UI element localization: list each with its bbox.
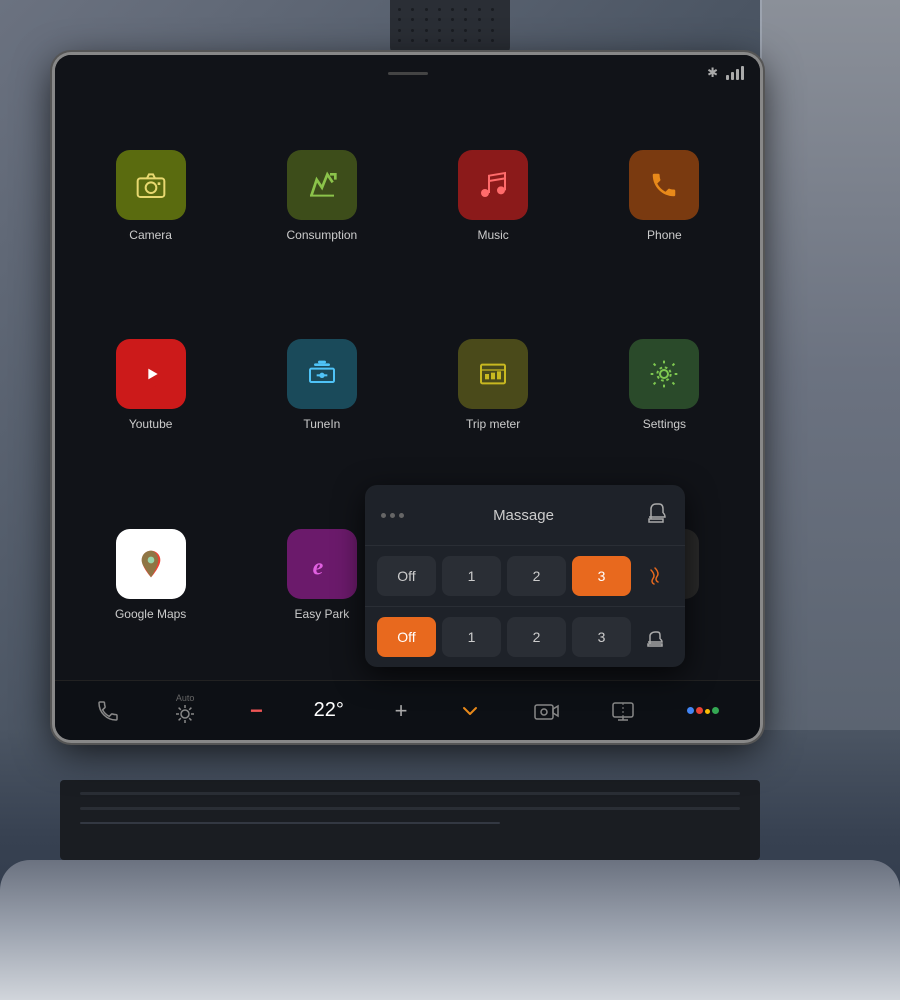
tunein-svg xyxy=(306,358,338,390)
rear-camera-button[interactable] xyxy=(533,700,559,722)
heat-icon xyxy=(637,556,673,596)
music-icon-bg xyxy=(458,150,528,220)
popup-title: Massage xyxy=(493,507,554,524)
easypark-icon-bg: e xyxy=(287,529,357,599)
row2-off-button[interactable]: Off xyxy=(377,617,436,657)
heat-seat-icon xyxy=(644,565,666,587)
seat-massage-svg xyxy=(644,626,666,648)
tunein-label: TuneIn xyxy=(303,417,340,431)
row1-3-button[interactable]: 3 xyxy=(572,556,631,596)
camera-bottom-icon xyxy=(533,700,559,722)
phone-icon-bg xyxy=(629,150,699,220)
status-icons: ✱ xyxy=(707,65,744,81)
phone-bottom-icon xyxy=(96,699,120,723)
mirror-icon xyxy=(610,700,636,722)
temp-minus-button[interactable]: − xyxy=(250,698,263,724)
consumption-label: Consumption xyxy=(287,228,358,242)
youtube-label: Youtube xyxy=(129,417,173,431)
app-phone[interactable]: Phone xyxy=(585,107,744,285)
camera-label: Camera xyxy=(129,228,172,242)
dot-1 xyxy=(381,513,386,518)
temp-plus-button[interactable]: + xyxy=(395,698,408,724)
consumption-svg xyxy=(306,169,338,201)
youtube-svg xyxy=(135,358,167,390)
popup-header: Massage xyxy=(365,485,685,546)
assistant-button[interactable] xyxy=(687,707,719,714)
swipe-handle xyxy=(388,72,428,75)
main-screen: ✱ Camera xyxy=(55,55,760,740)
row2-1-button[interactable]: 1 xyxy=(442,617,501,657)
bluetooth-icon: ✱ xyxy=(707,65,718,81)
camera-icon-bg xyxy=(116,150,186,220)
settings-svg xyxy=(648,358,680,390)
car-right-panel xyxy=(760,0,900,750)
climate-button[interactable]: Auto xyxy=(171,693,199,728)
app-settings[interactable]: Settings xyxy=(585,297,744,475)
popup-row-1: Off 1 2 3 xyxy=(365,546,685,607)
seat-icon xyxy=(643,499,669,531)
app-consumption[interactable]: Consumption xyxy=(242,107,401,285)
consumption-icon-bg xyxy=(287,150,357,220)
settings-label: Settings xyxy=(643,417,686,431)
tripmeter-icon-bg xyxy=(458,339,528,409)
plus-icon: + xyxy=(395,698,408,724)
easypark-svg: e xyxy=(306,548,338,580)
vent-area xyxy=(60,780,760,860)
app-tripmeter[interactable]: Trip meter xyxy=(414,297,573,475)
app-camera[interactable]: Camera xyxy=(71,107,230,285)
massage-popup: Massage Off 1 2 3 xyxy=(365,485,685,667)
row2-2-button[interactable]: 2 xyxy=(507,617,566,657)
phone-label: Phone xyxy=(647,228,682,242)
mirror-button[interactable] xyxy=(610,700,636,722)
googlemaps-label: Google Maps xyxy=(115,607,186,621)
row1-2-button[interactable]: 2 xyxy=(507,556,566,596)
phone-svg xyxy=(649,170,679,200)
status-bar: ✱ xyxy=(55,55,760,91)
seat-massage-icon xyxy=(637,617,673,657)
seat-svg xyxy=(643,499,669,525)
climate-icon xyxy=(171,703,199,725)
seat-bottom xyxy=(0,860,900,1000)
music-label: Music xyxy=(477,228,508,242)
app-googlemaps[interactable]: Google Maps xyxy=(71,486,230,664)
settings-icon-bg xyxy=(629,339,699,409)
tripmeter-label: Trip meter xyxy=(466,417,520,431)
tunein-icon-bg xyxy=(287,339,357,409)
car-bottom-panel xyxy=(0,730,900,1000)
chevron-down-icon xyxy=(458,699,482,723)
app-music[interactable]: Music xyxy=(414,107,573,285)
expand-button[interactable] xyxy=(458,699,482,723)
popup-menu-dots[interactable] xyxy=(381,513,404,518)
easypark-label: Easy Park xyxy=(295,607,350,621)
googlemaps-icon-bg xyxy=(116,529,186,599)
row2-3-button[interactable]: 3 xyxy=(572,617,631,657)
phone-button[interactable] xyxy=(96,699,120,723)
bottom-bar: Auto − 22° xyxy=(55,680,760,740)
googlemaps-svg xyxy=(135,548,167,580)
music-svg xyxy=(477,169,509,201)
temperature-value: 22° xyxy=(314,699,344,722)
popup-row-2: Off 1 2 3 xyxy=(365,607,685,667)
camera-svg xyxy=(135,169,167,201)
auto-label: Auto xyxy=(171,693,199,703)
temperature-display: 22° xyxy=(314,699,344,722)
app-youtube[interactable]: Youtube xyxy=(71,297,230,475)
youtube-icon-bg xyxy=(116,339,186,409)
dot-3 xyxy=(399,513,404,518)
signal-icon xyxy=(726,66,744,80)
app-tunein[interactable]: TuneIn xyxy=(242,297,401,475)
row1-off-button[interactable]: Off xyxy=(377,556,436,596)
google-assistant-icon xyxy=(687,707,719,714)
speaker-grille xyxy=(390,0,510,55)
tripmeter-svg xyxy=(477,358,509,390)
svg-text:e: e xyxy=(313,555,324,580)
row1-1-button[interactable]: 1 xyxy=(442,556,501,596)
minus-icon: − xyxy=(250,698,263,724)
dot-2 xyxy=(390,513,395,518)
